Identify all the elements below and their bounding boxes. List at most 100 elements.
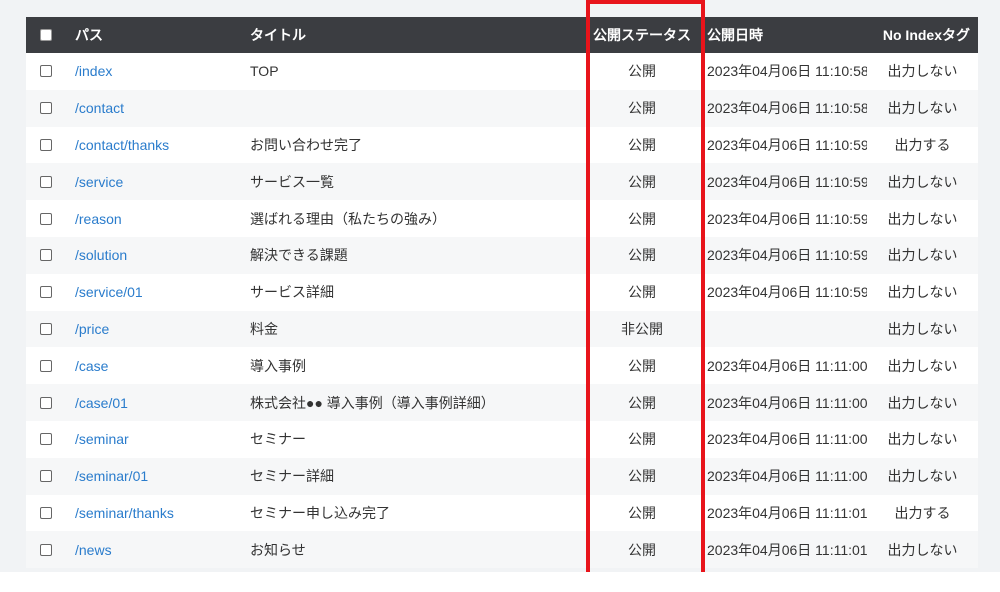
table-body: /index TOP 公開 2023年04月06日 11:10:58 出力しない/con… (26, 53, 978, 569)
noindex-cell: 出力しない (887, 247, 958, 264)
date-cell: 2023年04月06日 11:10:58 (707, 63, 867, 80)
row-checkbox[interactable] (40, 212, 52, 225)
row-checkbox[interactable] (40, 138, 52, 151)
date-cell: 2023年04月06日 11:11:00 (707, 468, 867, 485)
path-cell: /seminar (66, 431, 242, 447)
path-link[interactable]: /solution (75, 247, 127, 263)
path-cell: /contact (66, 100, 242, 116)
date-cell: 2023年04月06日 11:11:00 (707, 431, 867, 448)
table-row: /index TOP 公開 2023年04月06日 11:10:58 出力しない (26, 53, 978, 90)
status-cell: 公開 (628, 468, 656, 485)
path-link[interactable]: /case (75, 358, 108, 374)
noindex-cell: 出力しない (887, 394, 958, 411)
path-link[interactable]: /news (75, 542, 112, 558)
date-cell: 2023年04月06日 11:10:59 (707, 247, 867, 264)
status-cell: 非公開 (621, 320, 663, 337)
path-link[interactable]: /contact (75, 100, 124, 116)
table-row: /service/01 サービス詳細 公開 2023年04月06日 11:10:59 出… (26, 273, 978, 311)
status-cell: 公開 (628, 284, 656, 301)
path-link[interactable]: /seminar (75, 431, 129, 447)
status-cell: 公開 (628, 136, 656, 153)
noindex-cell: 出力しない (887, 431, 958, 448)
row-checkbox[interactable] (40, 470, 52, 483)
path-link[interactable]: /index (75, 63, 112, 79)
status-cell: 公開 (628, 504, 656, 521)
row-check-cell (26, 102, 66, 115)
table-row: /solution 解決できる課題 公開 2023年04月06日 11:10:59 出力… (26, 236, 978, 274)
path-link[interactable]: /case/01 (75, 395, 128, 411)
row-check-cell (26, 138, 66, 151)
table-row: /reason 選ばれる理由（私たちの強み） 公開 2023年04月06日 11:10… (26, 200, 978, 237)
status-cell: 公開 (628, 247, 656, 264)
title-cell: TOP (250, 63, 279, 80)
pages-table: パス タイトル 公開ステータス 公開日時 No Indexタグ /index TO… (26, 17, 978, 569)
noindex-cell: 出力する (894, 504, 951, 521)
header-date[interactable]: 公開日時 (701, 25, 867, 45)
date-cell: 2023年04月06日 11:11:01 (707, 504, 867, 521)
title-cell: サービス一覧 (250, 173, 334, 190)
status-cell: 公開 (628, 63, 656, 80)
row-check-cell (26, 286, 66, 299)
path-cell: /contact/thanks (66, 137, 242, 153)
date-cell: 2023年04月06日 11:11:00 (707, 357, 867, 374)
title-cell: 導入事例 (250, 357, 306, 374)
path-link[interactable]: /price (75, 321, 109, 337)
status-cell: 公開 (628, 357, 656, 374)
date-cell: 2023年04月06日 11:11:00 (707, 394, 867, 411)
table-row: /service サービス一覧 公開 2023年04月06日 11:10:59 出力しな… (26, 163, 978, 201)
row-checkbox[interactable] (40, 543, 52, 556)
path-link[interactable]: /service/01 (75, 284, 143, 300)
row-check-cell (26, 65, 66, 78)
path-link[interactable]: /contact/thanks (75, 137, 169, 153)
title-cell: 解決できる課題 (250, 247, 348, 264)
path-cell: /reason (66, 211, 242, 227)
row-check-cell (26, 396, 66, 409)
path-cell: /news (66, 542, 242, 558)
header-status[interactable]: 公開ステータス (583, 25, 701, 45)
path-cell: /solution (66, 247, 242, 263)
path-link[interactable]: /reason (75, 211, 122, 227)
row-checkbox[interactable] (40, 506, 52, 519)
row-check-cell (26, 359, 66, 372)
table-header: パス タイトル 公開ステータス 公開日時 No Indexタグ (26, 17, 978, 53)
row-checkbox[interactable] (40, 433, 52, 446)
noindex-cell: 出力しない (887, 63, 958, 80)
row-checkbox[interactable] (40, 396, 52, 409)
title-cell: 株式会社●● 導入事例（導入事例詳細） (250, 394, 495, 411)
table-row: /case 導入事例 公開 2023年04月06日 11:11:00 出力しない (26, 347, 978, 385)
path-cell: /case/01 (66, 395, 242, 411)
title-cell: お問い合わせ完了 (250, 136, 362, 153)
title-cell: セミナー (250, 431, 306, 448)
path-link[interactable]: /service (75, 174, 123, 190)
row-checkbox[interactable] (40, 175, 52, 188)
select-all-checkbox[interactable] (40, 29, 52, 41)
path-link[interactable]: /seminar/thanks (75, 505, 174, 521)
title-cell: セミナー詳細 (250, 468, 334, 485)
row-check-cell (26, 470, 66, 483)
table-row: /news お知らせ 公開 2023年04月06日 11:11:01 出力しない (26, 531, 978, 569)
row-checkbox[interactable] (40, 359, 52, 372)
noindex-cell: 出力しない (887, 320, 958, 337)
row-check-cell (26, 175, 66, 188)
status-cell: 公開 (628, 100, 656, 117)
header-noindex[interactable]: No Indexタグ (867, 25, 978, 45)
title-cell: セミナー申し込み完了 (250, 504, 390, 521)
row-checkbox[interactable] (40, 322, 52, 335)
date-cell: 2023年04月06日 11:11:01 (707, 541, 867, 558)
header-title[interactable]: タイトル (242, 25, 583, 45)
path-cell: /service (66, 174, 242, 190)
table-row: /price 料金 非公開 出力しない (26, 310, 978, 348)
status-cell: 公開 (628, 541, 656, 558)
row-checkbox[interactable] (40, 65, 52, 78)
path-link[interactable]: /seminar/01 (75, 468, 148, 484)
row-check-cell (26, 212, 66, 225)
row-checkbox[interactable] (40, 102, 52, 115)
status-cell: 公開 (628, 210, 656, 227)
header-path[interactable]: パス (66, 25, 242, 45)
row-checkbox[interactable] (40, 286, 52, 299)
table-row: /contact 公開 2023年04月06日 11:10:58 出力しない (26, 89, 978, 127)
title-cell: サービス詳細 (250, 284, 334, 301)
path-cell: /index (66, 63, 242, 79)
row-checkbox[interactable] (40, 249, 52, 262)
row-check-cell (26, 433, 66, 446)
